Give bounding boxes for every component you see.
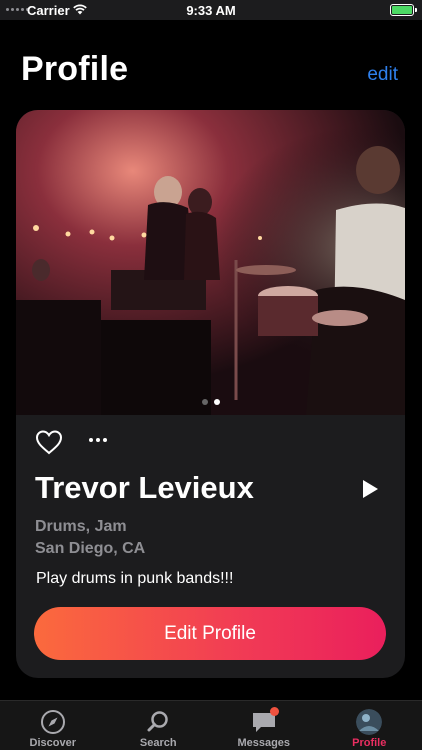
profile-bio: Play drums in punk bands!!! [36, 570, 234, 587]
play-button[interactable] [359, 478, 381, 500]
more-options-button[interactable] [89, 435, 109, 445]
tab-discover[interactable]: Discover [0, 701, 106, 750]
status-time: 9:33 AM [186, 3, 236, 18]
photo-page-indicator[interactable] [202, 399, 220, 405]
page-dot[interactable] [202, 399, 208, 405]
tab-messages[interactable]: Messages [211, 701, 317, 750]
tab-label: Search [139, 737, 177, 749]
profile-card: Trevor Levieux Drums, Jam San Diego, CA … [16, 110, 405, 678]
page-title: Profile [21, 50, 129, 88]
like-button[interactable] [34, 428, 64, 456]
tab-label: Discover [29, 737, 76, 749]
edit-profile-button[interactable]: Edit Profile [34, 607, 386, 660]
tab-search[interactable]: Search [106, 701, 212, 750]
tab-profile[interactable]: Profile [317, 701, 422, 750]
profile-location: San Diego, CA [35, 540, 146, 557]
profile-photo[interactable] [16, 110, 405, 415]
battery-icon [390, 4, 417, 16]
profile-instruments: Drums, Jam [35, 518, 127, 535]
tab-label: Profile [352, 737, 387, 749]
play-icon [363, 480, 378, 498]
profile-name: Trevor Levieux [35, 470, 254, 505]
compass-icon [40, 710, 65, 734]
avatar [356, 709, 383, 735]
tab-label: Messages [237, 737, 291, 749]
search-icon [147, 711, 168, 732]
tab-bar: Discover Search Messages Profile [0, 700, 422, 750]
page-dot-active[interactable] [214, 399, 220, 405]
edit-link[interactable]: edit [367, 64, 398, 86]
status-bar: Carrier 9:33 AM [0, 0, 422, 20]
ellipsis-icon [89, 438, 93, 442]
unread-badge [270, 707, 279, 716]
heart-icon [35, 430, 63, 455]
